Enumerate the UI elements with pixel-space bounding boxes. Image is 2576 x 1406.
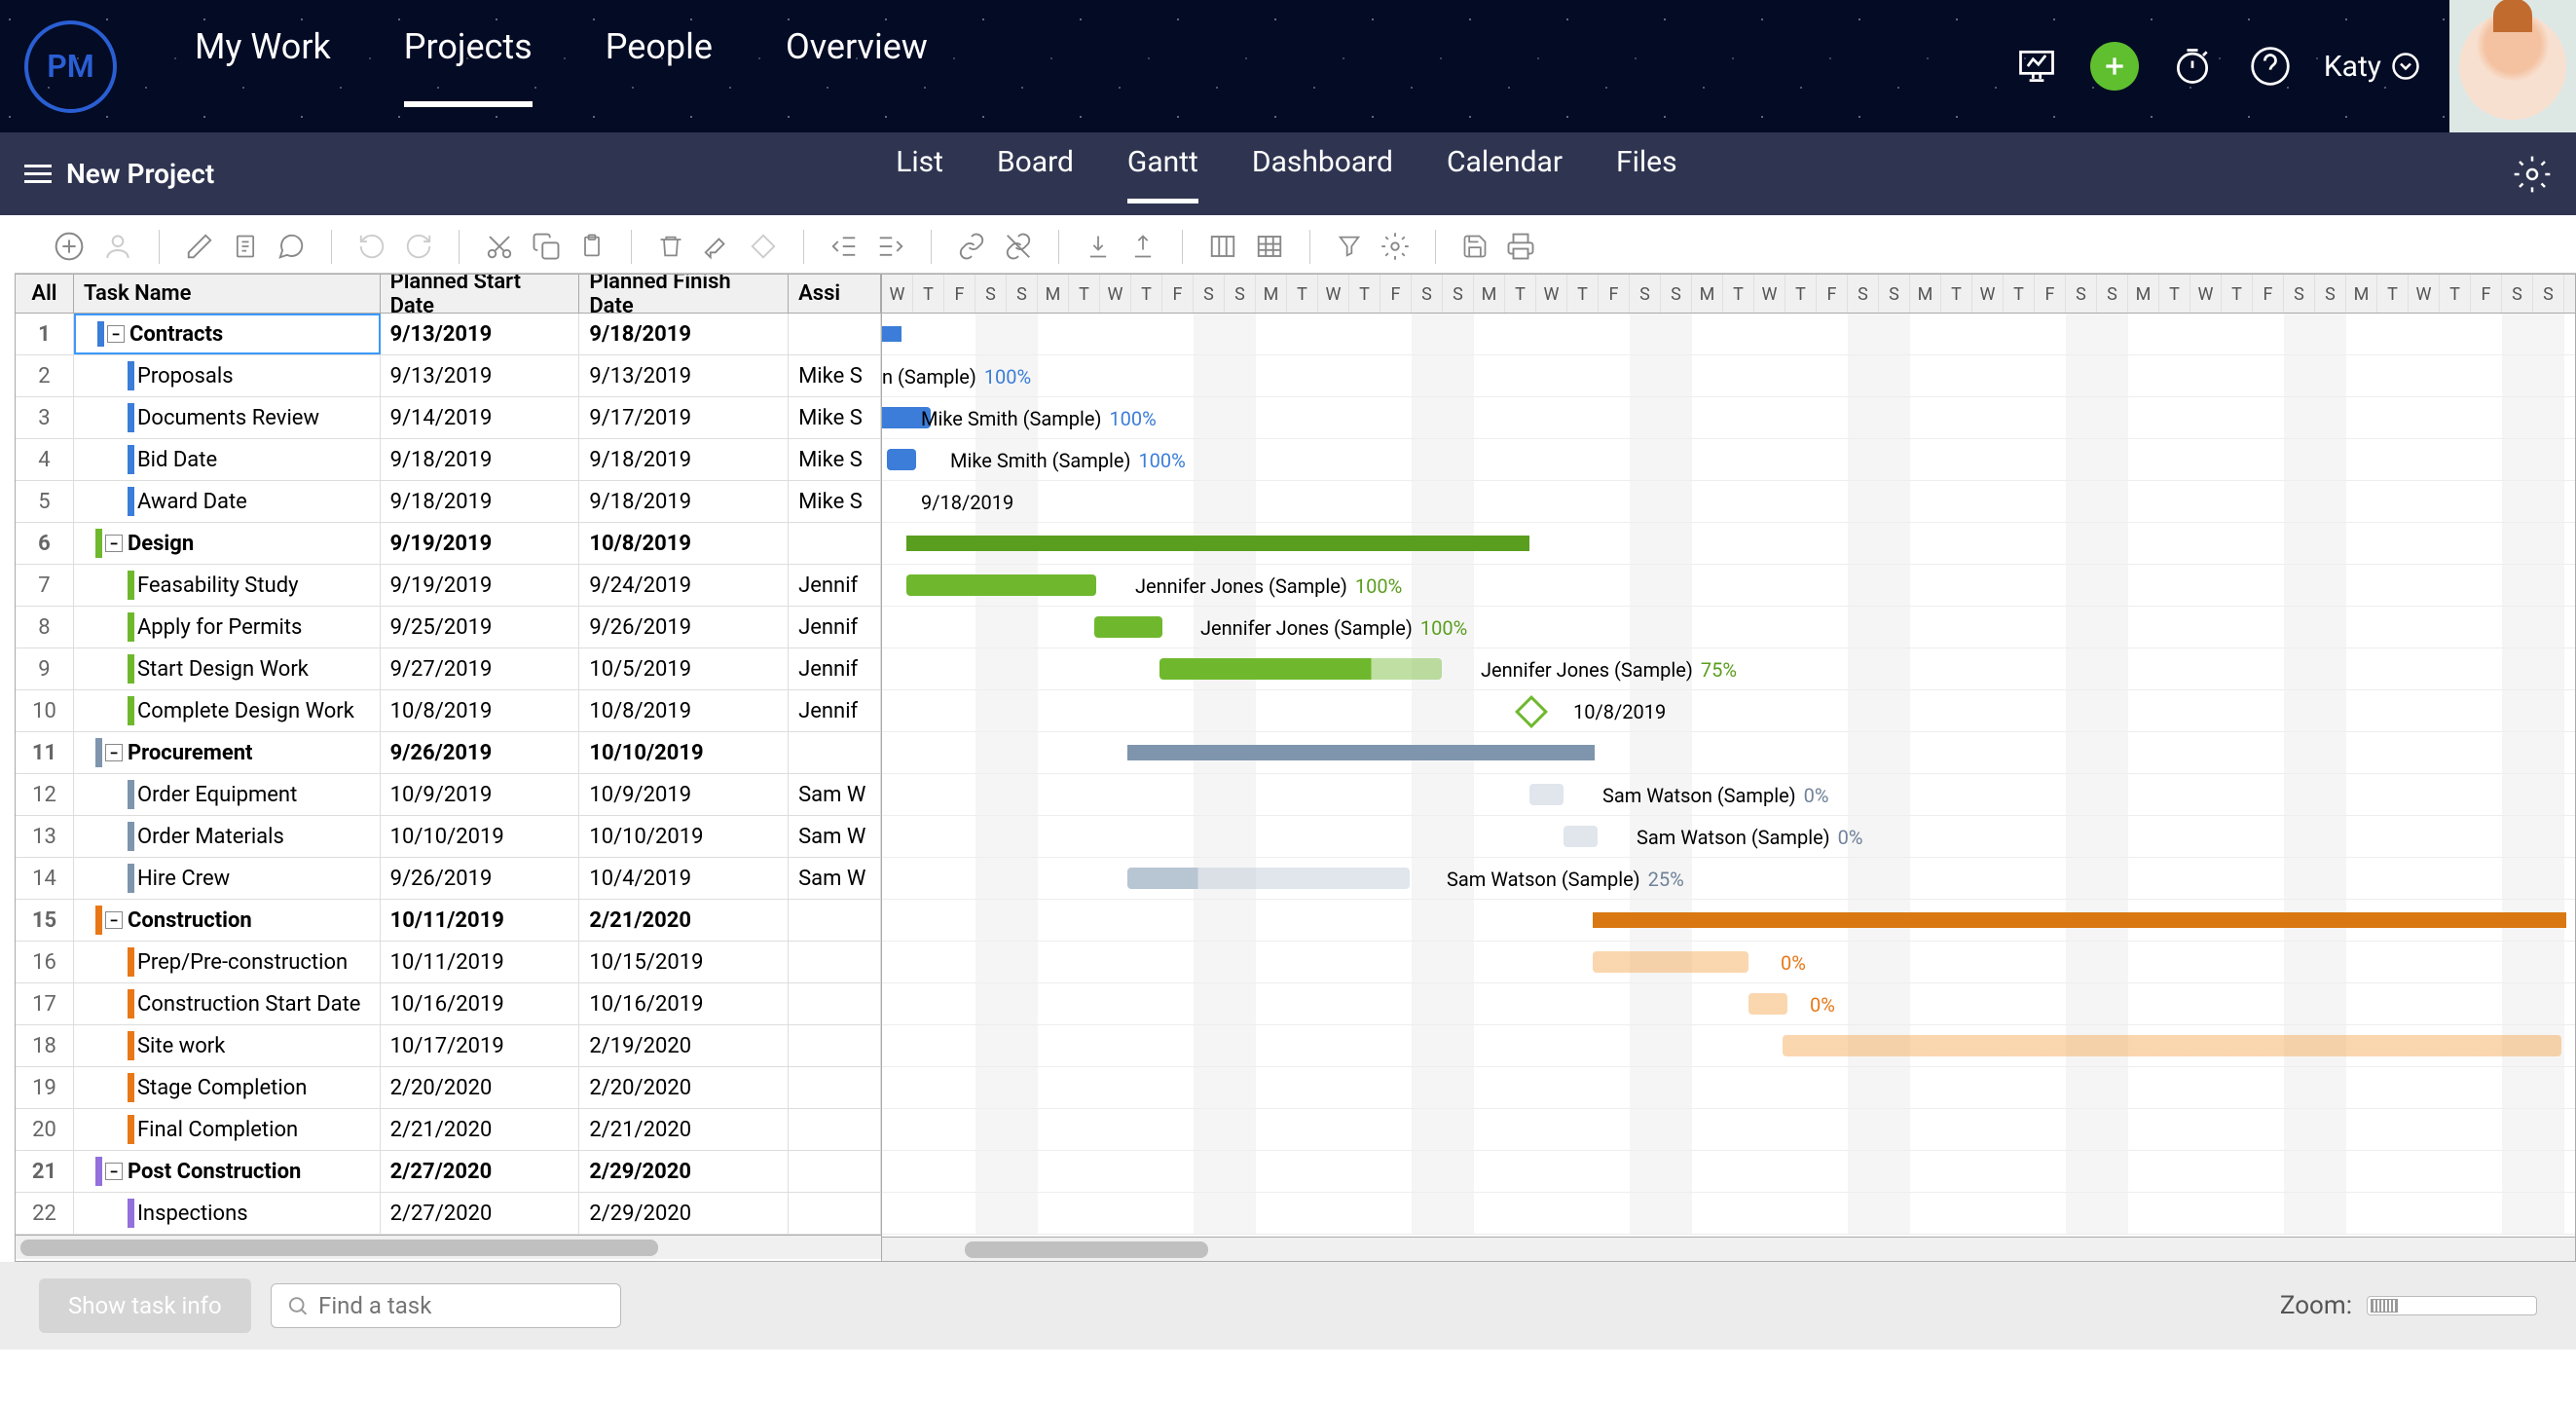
grid-icon[interactable] bbox=[1255, 232, 1284, 261]
search-box[interactable] bbox=[271, 1283, 621, 1328]
avatar[interactable] bbox=[2449, 0, 2576, 132]
tab-board[interactable]: Board bbox=[997, 145, 1074, 204]
content: All Task Name Planned Start Date Planned… bbox=[15, 274, 2576, 1262]
table-row[interactable]: 2Proposals9/13/20199/13/2019Mike S bbox=[16, 355, 881, 397]
top-nav: PM My Work Projects People Overview Katy bbox=[0, 0, 2576, 132]
table-row[interactable]: 11−Procurement9/26/201910/10/2019 bbox=[16, 732, 881, 774]
edit-icon[interactable] bbox=[185, 232, 214, 261]
print-icon[interactable] bbox=[1506, 232, 1535, 261]
add-button[interactable] bbox=[2090, 42, 2139, 91]
gantt-chart: WTFSSMTWTFSSMTWTFSSMTWTFSSMTWTFSSMTWTFSS… bbox=[882, 275, 2575, 1261]
table-row[interactable]: 21−Post Construction2/27/20202/29/2020 bbox=[16, 1151, 881, 1193]
tab-list[interactable]: List bbox=[896, 145, 943, 204]
zoom-control: Zoom: bbox=[2280, 1291, 2537, 1320]
outdent-icon[interactable] bbox=[829, 232, 859, 261]
table-row[interactable]: 20Final Completion2/21/20202/21/2020 bbox=[16, 1109, 881, 1151]
copy-icon[interactable] bbox=[532, 232, 561, 261]
toolbar bbox=[15, 220, 2576, 274]
table-row[interactable]: 3Documents Review9/14/20199/17/2019Mike … bbox=[16, 397, 881, 439]
table-row[interactable]: 16Prep/Pre-construction10/11/201910/15/2… bbox=[16, 942, 881, 983]
delete-icon[interactable] bbox=[657, 232, 684, 261]
table-row[interactable]: 15−Construction10/11/20192/21/2020 bbox=[16, 900, 881, 942]
nav-people[interactable]: People bbox=[606, 26, 713, 107]
redo-icon[interactable] bbox=[404, 232, 433, 261]
zoom-slider[interactable] bbox=[2367, 1296, 2537, 1315]
gantt-body[interactable]: n (Sample)100%Mike Smith (Sample)100%Mik… bbox=[882, 314, 2575, 1235]
presentation-icon[interactable] bbox=[2012, 42, 2061, 91]
timer-icon[interactable] bbox=[2168, 42, 2217, 91]
tab-calendar[interactable]: Calendar bbox=[1447, 145, 1563, 204]
save-icon[interactable] bbox=[1461, 232, 1489, 261]
col-finish[interactable]: Planned Finish Date bbox=[579, 275, 789, 313]
tab-gantt[interactable]: Gantt bbox=[1127, 145, 1198, 204]
table-row[interactable]: 7Feasability Study9/19/20199/24/2019Jenn… bbox=[16, 565, 881, 607]
import-icon[interactable] bbox=[1085, 232, 1112, 261]
assign-icon[interactable] bbox=[102, 231, 133, 262]
table-row[interactable]: 22Inspections2/27/20202/29/2020 bbox=[16, 1193, 881, 1235]
table-row[interactable]: 14Hire Crew9/26/201910/4/2019Sam W bbox=[16, 858, 881, 900]
table-row[interactable]: 18Site work10/17/20192/19/2020 bbox=[16, 1025, 881, 1067]
search-icon bbox=[286, 1293, 309, 1318]
gantt-header: WTFSSMTWTFSSMTWTFSSMTWTFSSMTWTFSSMTWTFSS… bbox=[882, 275, 2575, 314]
help-icon[interactable] bbox=[2246, 42, 2295, 91]
show-info-button[interactable]: Show task info bbox=[39, 1278, 251, 1333]
col-start[interactable]: Planned Start Date bbox=[381, 275, 580, 313]
filter-icon[interactable] bbox=[1336, 232, 1363, 261]
table-row[interactable]: 6−Design9/19/201910/8/2019 bbox=[16, 523, 881, 565]
footer: Show task info Zoom: bbox=[0, 1262, 2576, 1350]
task-grid: All Task Name Planned Start Date Planned… bbox=[16, 275, 882, 1261]
columns-icon[interactable] bbox=[1208, 232, 1237, 261]
grid-header: All Task Name Planned Start Date Planned… bbox=[16, 275, 881, 314]
menu-icon[interactable] bbox=[24, 165, 52, 183]
gantt-scrollbar[interactable] bbox=[882, 1237, 2575, 1261]
view-tabs: List Board Gantt Dashboard Calendar Files bbox=[896, 145, 1676, 204]
search-input[interactable] bbox=[318, 1292, 606, 1319]
col-name[interactable]: Task Name bbox=[74, 275, 381, 313]
table-row[interactable]: 9Start Design Work9/27/201910/5/2019Jenn… bbox=[16, 648, 881, 690]
table-row[interactable]: 13Order Materials10/10/201910/10/2019Sam… bbox=[16, 816, 881, 858]
grid-scrollbar[interactable] bbox=[16, 1235, 881, 1259]
table-row[interactable]: 5Award Date9/18/20199/18/2019Mike S bbox=[16, 481, 881, 523]
comment-icon[interactable] bbox=[276, 232, 306, 261]
table-row[interactable]: 12Order Equipment10/9/201910/9/2019Sam W bbox=[16, 774, 881, 816]
col-assign[interactable]: Assi bbox=[789, 275, 881, 313]
export-icon[interactable] bbox=[1129, 232, 1157, 261]
notes-icon[interactable] bbox=[232, 232, 259, 261]
indent-icon[interactable] bbox=[876, 232, 905, 261]
tab-dashboard[interactable]: Dashboard bbox=[1252, 145, 1393, 204]
col-all[interactable]: All bbox=[16, 275, 74, 313]
zoom-label: Zoom: bbox=[2280, 1291, 2352, 1320]
nav-overview[interactable]: Overview bbox=[786, 26, 928, 107]
undo-icon[interactable] bbox=[357, 232, 386, 261]
tab-files[interactable]: Files bbox=[1616, 145, 1677, 204]
main-nav: My Work Projects People Overview bbox=[195, 26, 928, 107]
cut-icon[interactable] bbox=[485, 232, 514, 261]
table-row[interactable]: 19Stage Completion2/20/20202/20/2020 bbox=[16, 1067, 881, 1109]
table-row[interactable]: 1−Contracts9/13/20199/18/2019 bbox=[16, 314, 881, 355]
unlink-icon[interactable] bbox=[1004, 232, 1033, 261]
settings-icon[interactable] bbox=[1380, 232, 1410, 261]
table-row[interactable]: 10Complete Design Work10/8/201910/8/2019… bbox=[16, 690, 881, 732]
paste-icon[interactable] bbox=[578, 232, 606, 261]
nav-projects[interactable]: Projects bbox=[404, 26, 533, 107]
table-row[interactable]: 8Apply for Permits9/25/20199/26/2019Jenn… bbox=[16, 607, 881, 648]
table-row[interactable]: 17Construction Start Date10/16/201910/16… bbox=[16, 983, 881, 1025]
link-icon[interactable] bbox=[957, 232, 986, 261]
add-task-icon[interactable] bbox=[54, 231, 85, 262]
project-name: New Project bbox=[66, 158, 214, 190]
user-menu[interactable]: Katy bbox=[2324, 50, 2420, 84]
diamond-icon[interactable] bbox=[749, 232, 778, 261]
gear-icon[interactable] bbox=[2513, 155, 2552, 194]
clear-icon[interactable] bbox=[702, 232, 731, 261]
sub-nav: New Project List Board Gantt Dashboard Calen… bbox=[0, 132, 2576, 215]
logo[interactable]: PM bbox=[24, 20, 117, 113]
table-row[interactable]: 4Bid Date9/18/20199/18/2019Mike S bbox=[16, 439, 881, 481]
nav-my-work[interactable]: My Work bbox=[195, 26, 331, 107]
